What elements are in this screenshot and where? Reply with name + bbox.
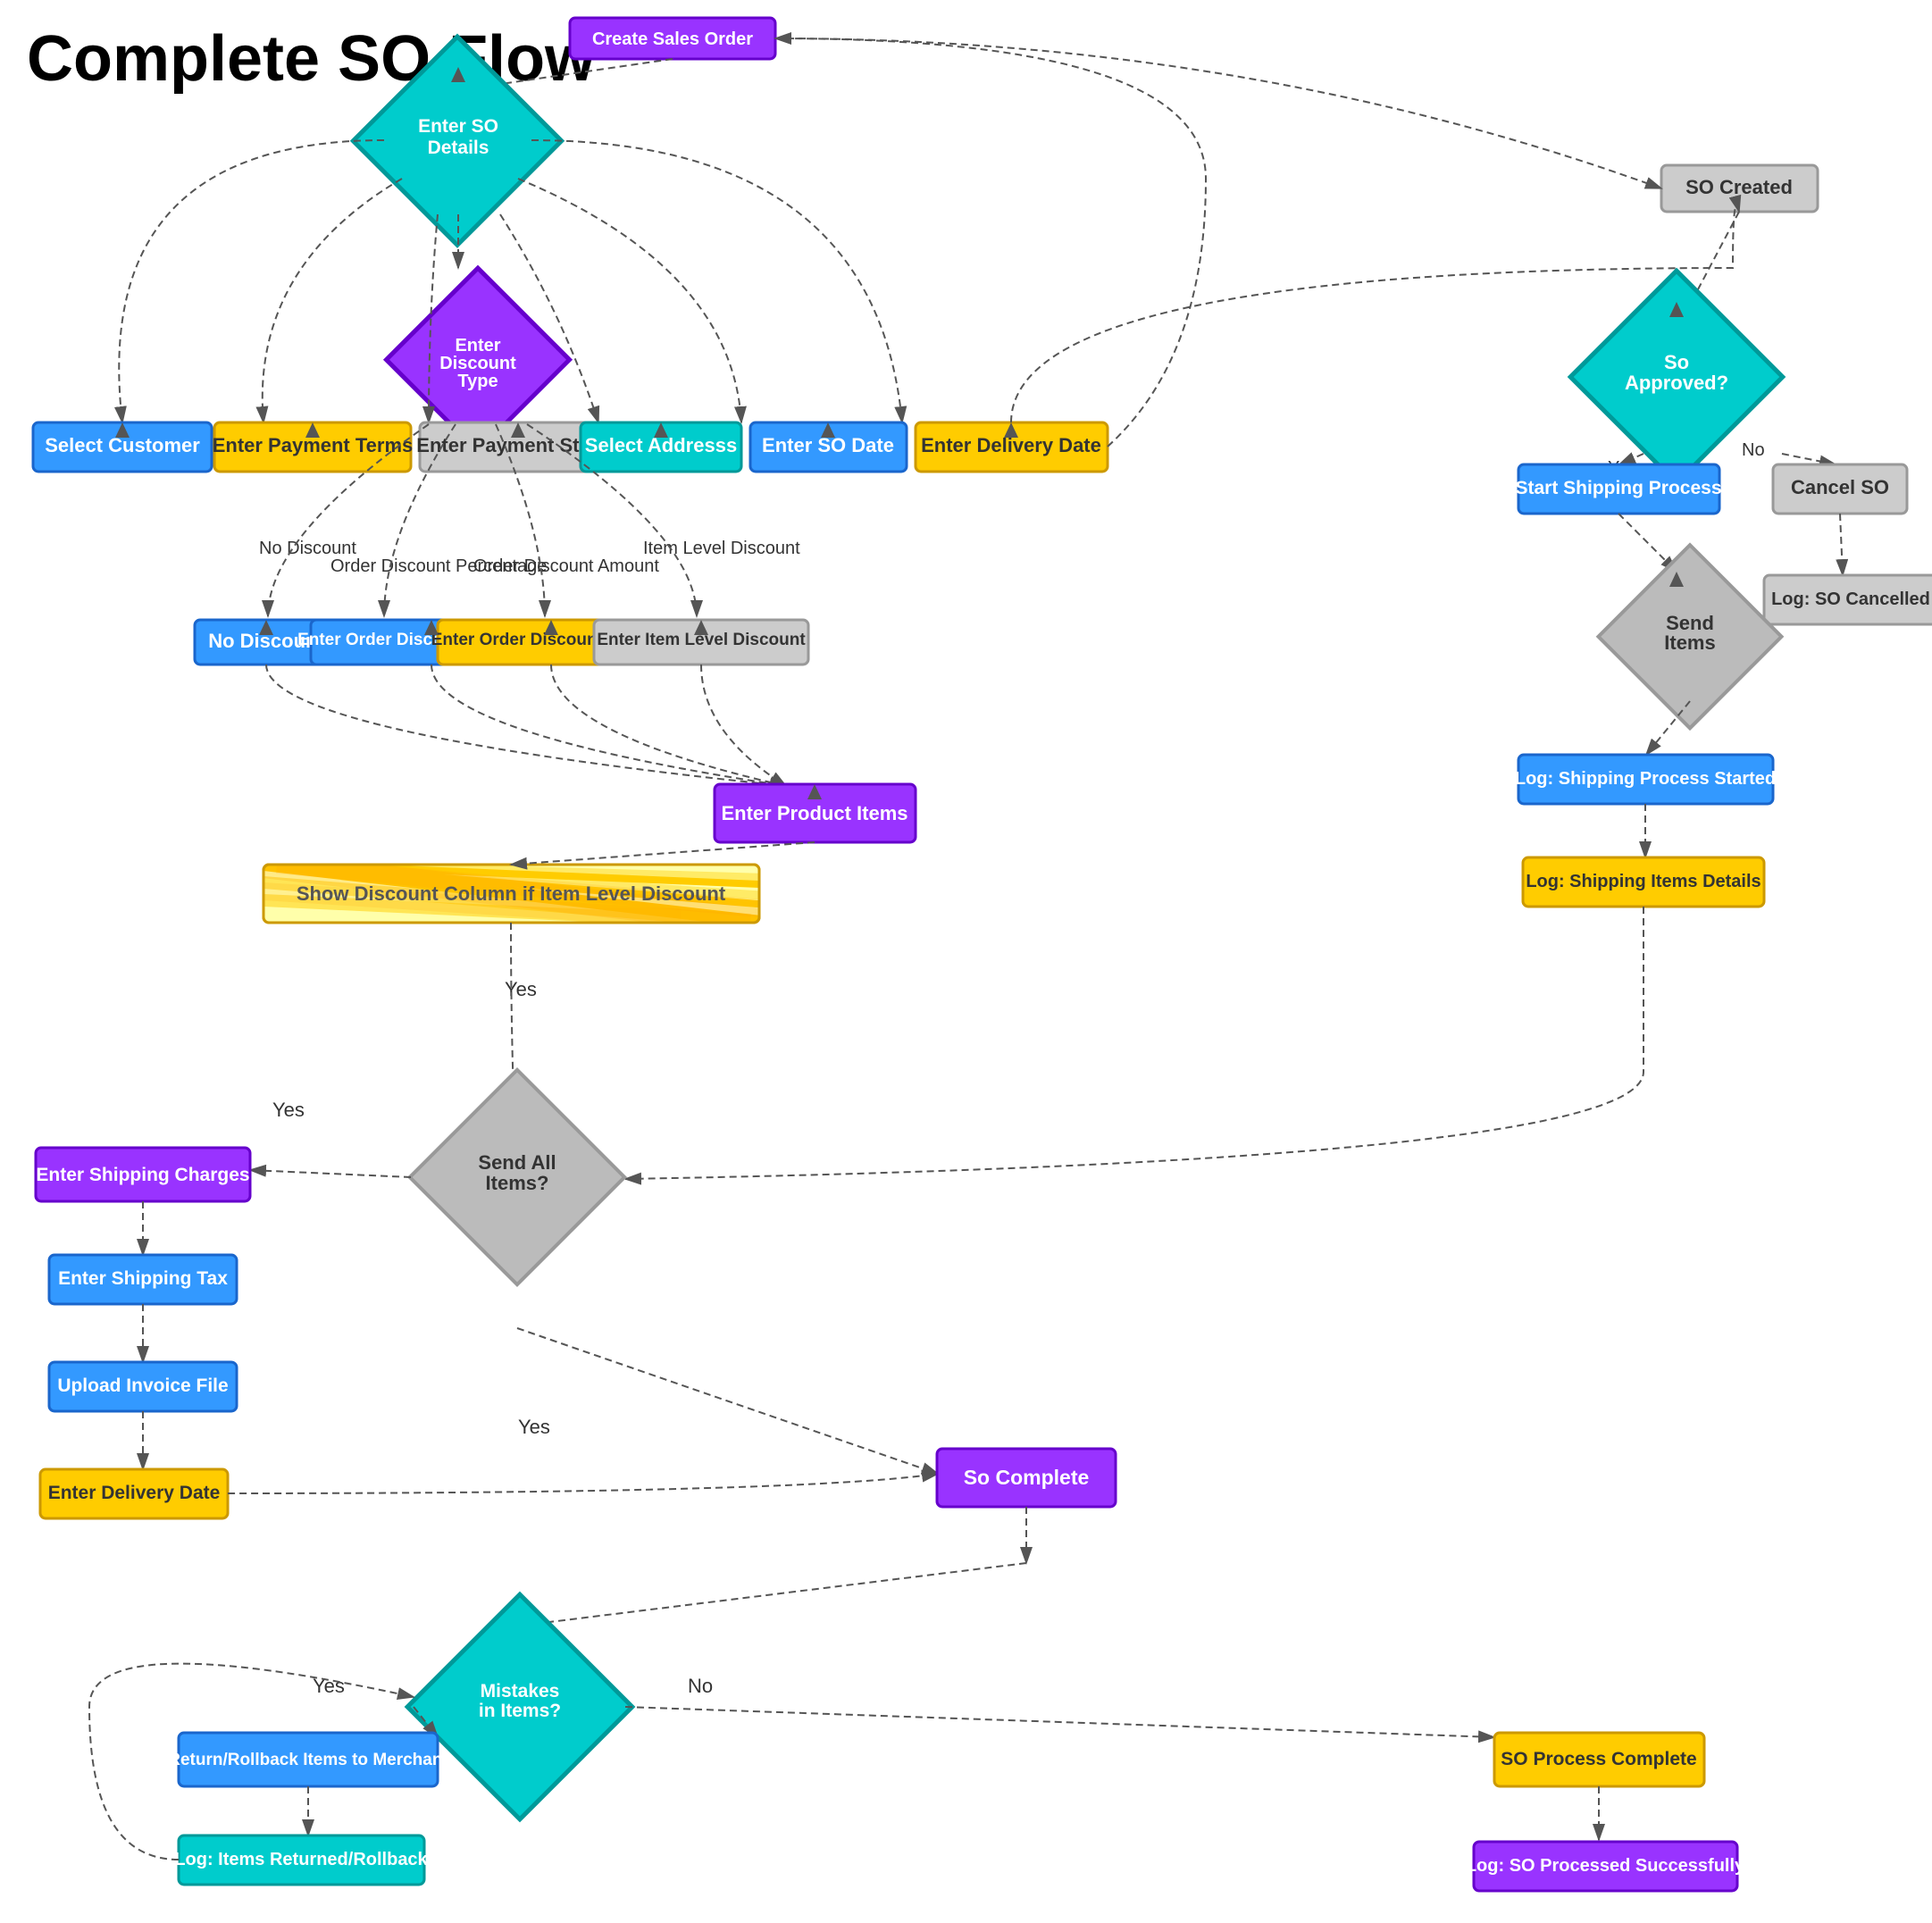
so-approved-label: So <box>1664 351 1689 373</box>
enter-shipping-tax-label: Enter Shipping Tax <box>58 1268 228 1289</box>
cancel-so-label: Cancel SO <box>1791 476 1889 498</box>
item-level-discount-label: Item Level Discount <box>643 539 800 558</box>
log-so-processed-label: Log: SO Processed Successfully <box>1466 1856 1745 1876</box>
no-discount-path-label: No Discount <box>259 539 356 558</box>
log-shipping-started-label: Log: Shipping Process Started <box>1515 769 1776 789</box>
enter-product-items-label: Enter Product Items <box>721 802 907 824</box>
svg-text:Items?: Items? <box>486 1172 549 1194</box>
svg-text:Items: Items <box>1664 631 1715 654</box>
svg-text:Details: Details <box>428 138 489 158</box>
yes-send-all-label: Yes <box>505 978 537 1000</box>
log-shipping-items-label: Log: Shipping Items Details <box>1526 872 1761 891</box>
enter-delivery-date-bot-label: Enter Delivery Date <box>48 1483 221 1503</box>
send-all-items-label: Send All <box>478 1151 556 1174</box>
no-approved-label: No <box>1742 440 1765 460</box>
so-complete-label: So Complete <box>964 1466 1090 1489</box>
log-so-cancelled-label: Log: SO Cancelled <box>1771 589 1930 609</box>
svg-text:in Items?: in Items? <box>479 1701 561 1721</box>
enter-shipping-charges-label: Enter Shipping Charges <box>36 1165 249 1185</box>
yes-mistakes-label: Yes <box>313 1675 345 1697</box>
create-sales-order-label: Create Sales Order <box>592 29 753 49</box>
show-discount-column-label: Show Discount Column if Item Level Disco… <box>297 882 726 905</box>
svg-text:Type: Type <box>457 372 498 391</box>
log-items-returned-label: Log: Items Returned/Rollback <box>174 1850 428 1869</box>
page-title: Complete SO Flow <box>27 23 596 95</box>
enter-so-details-label: Enter SO <box>418 116 498 137</box>
enter-discount-type-label: Enter <box>455 336 500 355</box>
start-shipping-process-label: Start Shipping Process <box>1515 478 1721 498</box>
yes-so-complete-label: Yes <box>518 1416 550 1438</box>
mistakes-in-items-label: Mistakes <box>481 1681 560 1701</box>
upload-invoice-file-label: Upload Invoice File <box>57 1375 228 1396</box>
yes-send-label: Yes <box>272 1099 305 1121</box>
so-process-complete-label: SO Process Complete <box>1501 1749 1696 1769</box>
order-discount-amt-label: Order Discount Amount <box>473 556 659 576</box>
so-created-label: SO Created <box>1685 176 1793 198</box>
no-mistakes-label: No <box>688 1675 713 1697</box>
return-rollback-label: Return/Rollback Items to Merchant <box>168 1751 448 1769</box>
svg-text:Discount: Discount <box>439 354 516 373</box>
svg-text:Approved?: Approved? <box>1625 372 1728 394</box>
